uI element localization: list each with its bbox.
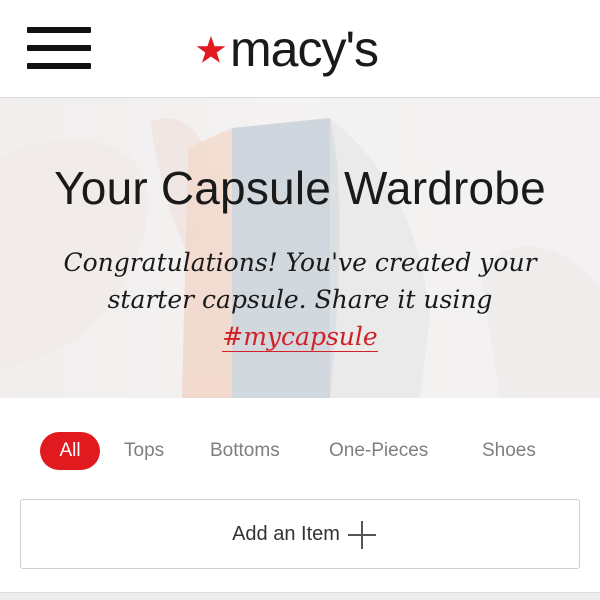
hero-message-text: Congratulations! You've created your sta… (63, 248, 537, 314)
menu-bar (27, 45, 91, 51)
header: macy's (0, 0, 600, 98)
hashtag-link[interactable]: #mycapsule (222, 322, 378, 352)
hero-message: Congratulations! You've created your sta… (40, 244, 560, 355)
add-item-button[interactable]: Add an Item (20, 499, 580, 569)
tab-one-pieces[interactable]: One-Pieces (329, 432, 428, 470)
capsule-wardrobe-page: macy's Your Capsule Wardrobe Congratulat… (0, 0, 600, 600)
add-item-label: Add an Item (232, 523, 340, 545)
macys-logo[interactable]: macy's (194, 22, 394, 78)
tab-shoes[interactable]: Shoes (482, 432, 536, 470)
plus-icon-vertical (361, 521, 363, 549)
tab-tops[interactable]: Tops (124, 432, 164, 470)
logo-wordmark: macy's (230, 21, 379, 77)
tab-all[interactable]: All (40, 432, 100, 470)
page-title: Your Capsule Wardrobe (54, 162, 546, 214)
category-filter-tabs: All Tops Bottoms One-Pieces Shoes (0, 398, 600, 498)
menu-bar (27, 63, 91, 69)
hamburger-menu-icon[interactable] (27, 27, 91, 71)
menu-bar (27, 27, 91, 33)
hero-banner: Your Capsule Wardrobe Congratulations! Y… (0, 98, 600, 398)
bottom-divider (0, 592, 600, 600)
star-icon (196, 36, 226, 63)
plus-icon (348, 521, 376, 549)
tab-bottoms[interactable]: Bottoms (210, 432, 280, 470)
